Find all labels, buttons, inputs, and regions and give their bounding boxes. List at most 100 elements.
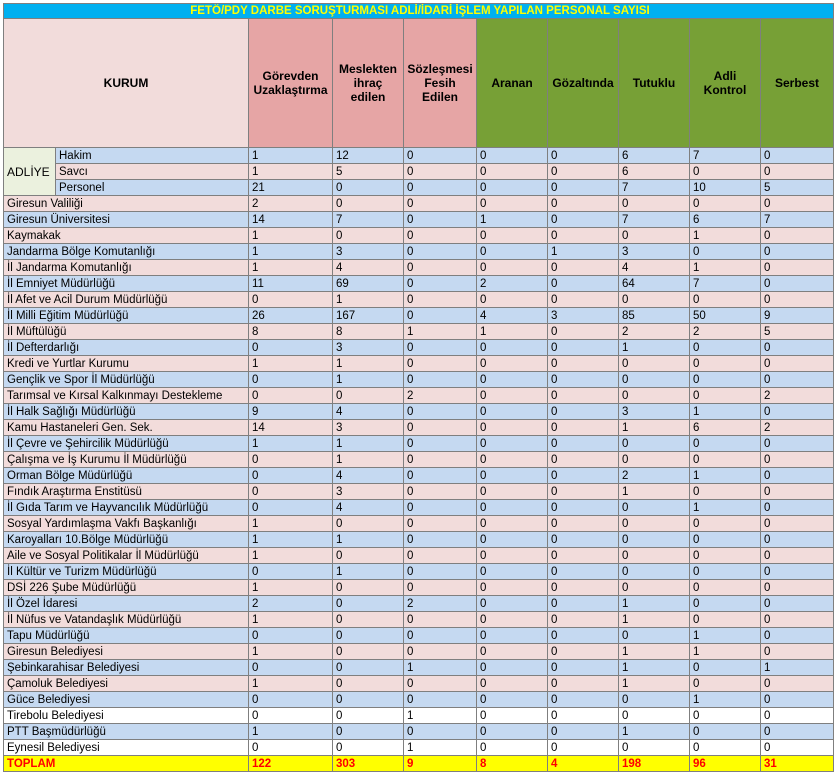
table-cell: 10 xyxy=(689,179,761,196)
table-cell: 1 xyxy=(248,243,333,260)
table-cell: 96 xyxy=(689,755,761,772)
table-cell: 0 xyxy=(476,163,548,180)
table-cell: 0 xyxy=(248,563,333,580)
table-cell: 0 xyxy=(476,339,548,356)
table-cell: 6 xyxy=(618,163,690,180)
table-cell: 0 xyxy=(689,451,761,468)
table-cell: 0 xyxy=(248,659,333,676)
table-cell: 26 xyxy=(248,307,333,324)
table-cell: 0 xyxy=(760,243,834,260)
table-cell: 1 xyxy=(248,227,333,244)
row-name: Hakim xyxy=(55,147,249,164)
table-cell: 0 xyxy=(547,627,619,644)
table-cell: 4 xyxy=(547,755,619,772)
row-name: DSİ 226 Şube Müdürlüğü xyxy=(3,579,249,596)
table-cell: 0 xyxy=(689,371,761,388)
table-cell: 1 xyxy=(248,355,333,372)
table-cell: 0 xyxy=(332,579,404,596)
table-cell: 0 xyxy=(403,419,477,436)
table-cell: 0 xyxy=(476,483,548,500)
table-cell: 0 xyxy=(476,403,548,420)
table-cell: 0 xyxy=(760,275,834,292)
table-cell: 9 xyxy=(760,307,834,324)
table-cell: 0 xyxy=(332,739,404,756)
table-cell: 0 xyxy=(476,579,548,596)
table-cell: 0 xyxy=(547,483,619,500)
row-name: İl Kültür ve Turizm Müdürlüğü xyxy=(3,563,249,580)
table-cell: 1 xyxy=(248,547,333,564)
row-name: Eynesil Belediyesi xyxy=(3,739,249,756)
table-cell: 0 xyxy=(618,547,690,564)
table-cell: 0 xyxy=(403,691,477,708)
row-name: Karoyalları 10.Bölge Müdürlüğü xyxy=(3,531,249,548)
table-cell: 0 xyxy=(689,163,761,180)
table-cell: 4 xyxy=(476,307,548,324)
table-cell: 8 xyxy=(248,323,333,340)
table-cell: 0 xyxy=(689,579,761,596)
table-cell: 0 xyxy=(760,499,834,516)
table-cell: 1 xyxy=(248,259,333,276)
table-row: İl Gıda Tarım ve Hayvancılık Müdürlüğü 0 4… xyxy=(3,499,834,516)
table-cell: 1 xyxy=(403,739,477,756)
table-cell: 0 xyxy=(760,483,834,500)
table-cell: 0 xyxy=(403,499,477,516)
table-row: İl Afet ve Acil Durum Müdürlüğü 0 1 0 0 0 0 0 0 xyxy=(3,291,834,308)
table-cell: 0 xyxy=(476,723,548,740)
table-cell: 0 xyxy=(403,723,477,740)
table-cell: 0 xyxy=(476,739,548,756)
table-cell: 0 xyxy=(547,723,619,740)
table-cell: 0 xyxy=(332,723,404,740)
table-cell: 4 xyxy=(618,259,690,276)
table-cell: 0 xyxy=(547,499,619,516)
table-cell: 14 xyxy=(248,419,333,436)
table-cell: 0 xyxy=(476,659,548,676)
table-cell: 1 xyxy=(332,355,404,372)
table-cell: 0 xyxy=(476,595,548,612)
table-row: İl Halk Sağlığı Müdürlüğü 9 4 0 0 0 3 1 0 xyxy=(3,403,834,420)
table-cell: 0 xyxy=(476,563,548,580)
row-name: Tirebolu Belediyesi xyxy=(3,707,249,724)
table-cell: 0 xyxy=(403,611,477,628)
table-cell: 0 xyxy=(689,243,761,260)
table-cell: 1 xyxy=(618,723,690,740)
table-row: Kaymakak 1 0 0 0 0 0 1 0 xyxy=(3,227,834,244)
table-cell: 0 xyxy=(476,227,548,244)
table-cell: 0 xyxy=(689,195,761,212)
table-cell: 11 xyxy=(248,275,333,292)
table-cell: 64 xyxy=(618,275,690,292)
row-name: İl Müftülüğü xyxy=(3,323,249,340)
table-cell: 0 xyxy=(403,211,477,228)
table-cell: 1 xyxy=(403,323,477,340)
table-cell: 5 xyxy=(760,179,834,196)
table-cell: 1 xyxy=(476,323,548,340)
table-cell: 0 xyxy=(476,243,548,260)
table-cell: 8 xyxy=(476,755,548,772)
table-cell: 0 xyxy=(403,307,477,324)
table-cell: 0 xyxy=(547,227,619,244)
table-cell: 0 xyxy=(332,195,404,212)
table-cell: 0 xyxy=(248,291,333,308)
table-cell: 0 xyxy=(760,451,834,468)
table-cell: 2 xyxy=(248,195,333,212)
table-row: DSİ 226 Şube Müdürlüğü 1 0 0 0 0 0 0 0 xyxy=(3,579,834,596)
table-cell: 0 xyxy=(248,707,333,724)
table-cell: 0 xyxy=(760,611,834,628)
table-row: Eynesil Belediyesi 0 0 1 0 0 0 0 0 xyxy=(3,739,834,756)
row-name: Tarımsal ve Kırsal Kalkınmayı Destekleme xyxy=(3,387,249,404)
table-cell: 0 xyxy=(760,227,834,244)
table-cell: 2 xyxy=(618,467,690,484)
table-cell: 1 xyxy=(618,483,690,500)
table-cell: 0 xyxy=(760,259,834,276)
table-cell: 0 xyxy=(760,435,834,452)
table-cell: 0 xyxy=(547,163,619,180)
table-cell: 0 xyxy=(476,467,548,484)
table-cell: 2 xyxy=(403,595,477,612)
table-cell: 1 xyxy=(248,515,333,532)
table-cell: 0 xyxy=(332,659,404,676)
table-cell: 0 xyxy=(248,499,333,516)
table-cell: 2 xyxy=(689,323,761,340)
table-cell: 0 xyxy=(689,739,761,756)
table-cell: 3 xyxy=(618,243,690,260)
table-cell: 0 xyxy=(248,739,333,756)
table-row: Jandarma Bölge Komutanlığı 1 3 0 0 1 3 0 0 xyxy=(3,243,834,260)
